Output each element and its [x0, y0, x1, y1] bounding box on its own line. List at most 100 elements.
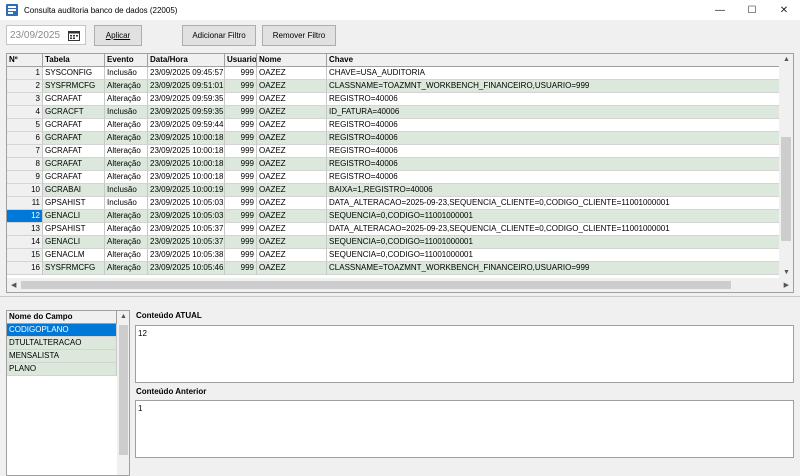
cell-name[interactable]: OAZEZ — [257, 93, 327, 106]
cell-row-number[interactable]: 12 — [7, 210, 43, 223]
cell-user[interactable]: 999 — [225, 171, 257, 184]
cell-datetime[interactable]: 23/09/2025 10:05:03 — [148, 210, 225, 223]
cell-table[interactable]: SYSFRMCFG — [43, 262, 105, 275]
cell-user[interactable]: 999 — [225, 262, 257, 275]
cell-user[interactable]: 999 — [225, 67, 257, 80]
cell-user[interactable]: 999 — [225, 236, 257, 249]
cell-key[interactable]: REGISTRO=40006 — [327, 158, 780, 171]
cell-name[interactable]: OAZEZ — [257, 67, 327, 80]
cell-key[interactable]: ID_FATURA=40006 — [327, 106, 780, 119]
cell-row-number[interactable]: 1 — [7, 67, 43, 80]
field-list-item[interactable]: CODIGOPLANO — [7, 324, 117, 337]
cell-name[interactable]: OAZEZ — [257, 223, 327, 236]
cell-table[interactable]: GENACLI — [43, 210, 105, 223]
cell-key[interactable]: SEQUENCIA=0,CODIGO=11001000001 — [327, 249, 780, 262]
cell-key[interactable]: BAIXA=1,REGISTRO=40006 — [327, 184, 780, 197]
cell-row-number[interactable]: 5 — [7, 119, 43, 132]
field-list-thumb[interactable] — [119, 325, 128, 455]
table-row[interactable]: 10 GCRABAI Inclusão 23/09/2025 10:00:19 999 O… — [7, 184, 780, 197]
cell-row-number[interactable]: 9 — [7, 171, 43, 184]
maximize-button[interactable]: ☐ — [736, 0, 768, 20]
minimize-button[interactable]: — — [704, 0, 736, 20]
cell-user[interactable]: 999 — [225, 93, 257, 106]
cell-table[interactable]: GCRAFAT — [43, 93, 105, 106]
field-list-item[interactable]: PLANO — [7, 363, 117, 376]
col-header-event[interactable]: Evento — [105, 54, 148, 67]
cell-user[interactable]: 999 — [225, 249, 257, 262]
cell-row-number[interactable]: 8 — [7, 158, 43, 171]
cell-row-number[interactable]: 4 — [7, 106, 43, 119]
cell-user[interactable]: 999 — [225, 80, 257, 93]
cell-table[interactable]: SYSFRMCFG — [43, 80, 105, 93]
cell-event[interactable]: Alteração — [105, 158, 148, 171]
field-list-item[interactable]: DTULTALTERACAO — [7, 337, 117, 350]
cell-event[interactable]: Inclusão — [105, 67, 148, 80]
field-list-scrollbar[interactable]: ▲ — [117, 311, 129, 475]
cell-event[interactable]: Alteração — [105, 132, 148, 145]
col-header-number[interactable]: Nº — [7, 54, 43, 67]
cell-datetime[interactable]: 23/09/2025 10:05:37 — [148, 223, 225, 236]
cell-event[interactable]: Alteração — [105, 236, 148, 249]
cell-key[interactable]: CHAVE=USA_AUDITORIA — [327, 67, 780, 80]
field-list-item[interactable]: MENSALISTA — [7, 350, 117, 363]
col-header-table[interactable]: Tabela — [43, 54, 105, 67]
cell-table[interactable]: GCRAFAT — [43, 145, 105, 158]
cell-row-number[interactable]: 15 — [7, 249, 43, 262]
cell-user[interactable]: 999 — [225, 106, 257, 119]
col-header-datetime[interactable]: Data/Hora — [148, 54, 225, 67]
cell-row-number[interactable]: 7 — [7, 145, 43, 158]
cell-datetime[interactable]: 23/09/2025 10:00:18 — [148, 171, 225, 184]
scroll-left-icon[interactable]: ◀ — [11, 281, 16, 289]
cell-datetime[interactable]: 23/09/2025 09:59:44 — [148, 119, 225, 132]
cell-table[interactable]: GCRAFAT — [43, 119, 105, 132]
table-row[interactable]: 9 GCRAFAT Alteração 23/09/2025 10:00:18 999 O… — [7, 171, 780, 184]
cell-datetime[interactable]: 23/09/2025 10:05:37 — [148, 236, 225, 249]
grid-horizontal-scrollbar[interactable]: ◀ ▶ — [7, 278, 793, 292]
table-row[interactable]: 2 SYSFRMCFG Alteração 23/09/2025 09:51:01 99… — [7, 80, 780, 93]
scroll-down-icon[interactable]: ▼ — [783, 269, 790, 276]
cell-name[interactable]: OAZEZ — [257, 262, 327, 275]
cell-key[interactable]: REGISTRO=40006 — [327, 132, 780, 145]
scroll-right-icon[interactable]: ▶ — [784, 281, 789, 289]
table-row[interactable]: 11 GPSAHIST Inclusão 23/09/2025 10:05:03 999… — [7, 197, 780, 210]
grid-horizontal-thumb[interactable] — [21, 281, 731, 289]
cell-datetime[interactable]: 23/09/2025 09:59:35 — [148, 106, 225, 119]
cell-name[interactable]: OAZEZ — [257, 145, 327, 158]
cell-table[interactable]: GENACLM — [43, 249, 105, 262]
col-header-name[interactable]: Nome — [257, 54, 327, 67]
cell-datetime[interactable]: 23/09/2025 10:05:38 — [148, 249, 225, 262]
cell-event[interactable]: Alteração — [105, 119, 148, 132]
cell-row-number[interactable]: 16 — [7, 262, 43, 275]
add-filter-button[interactable]: Adicionar Filtro — [182, 25, 256, 46]
cell-key[interactable]: CLASSNAME=TOAZMNT_WORKBENCH_FINANCEIRO,U… — [327, 262, 780, 275]
cell-key[interactable]: REGISTRO=40006 — [327, 145, 780, 158]
cell-table[interactable]: GCRAFAT — [43, 132, 105, 145]
close-button[interactable]: ✕ — [768, 0, 800, 20]
cell-event[interactable]: Alteração — [105, 210, 148, 223]
cell-event[interactable]: Alteração — [105, 80, 148, 93]
cell-name[interactable]: OAZEZ — [257, 197, 327, 210]
cell-key[interactable]: REGISTRO=40006 — [327, 119, 780, 132]
cell-table[interactable]: GCRACFT — [43, 106, 105, 119]
cell-row-number[interactable]: 14 — [7, 236, 43, 249]
table-row[interactable]: 5 GCRAFAT Alteração 23/09/2025 09:59:44 999 O… — [7, 119, 780, 132]
scroll-up-icon[interactable]: ▲ — [783, 56, 790, 63]
cell-row-number[interactable]: 10 — [7, 184, 43, 197]
cell-user[interactable]: 999 — [225, 145, 257, 158]
cell-datetime[interactable]: 23/09/2025 09:51:01 — [148, 80, 225, 93]
field-list[interactable]: Nome do Campo CODIGOPLANO DTULTALTERACAO M… — [6, 310, 130, 476]
cell-key[interactable]: DATA_ALTERACAO=2025-09-23,SEQUENCIA_CLIE… — [327, 223, 780, 236]
col-header-user[interactable]: Usuario — [225, 54, 257, 67]
cell-user[interactable]: 999 — [225, 119, 257, 132]
cell-user[interactable]: 999 — [225, 132, 257, 145]
cell-key[interactable]: REGISTRO=40006 — [327, 171, 780, 184]
table-row[interactable]: 13 GPSAHIST Alteração 23/09/2025 10:05:37 99… — [7, 223, 780, 236]
cell-table[interactable]: GCRAFAT — [43, 171, 105, 184]
table-row[interactable]: 14 GENACLI Alteração 23/09/2025 10:05:37 999… — [7, 236, 780, 249]
cell-name[interactable]: OAZEZ — [257, 119, 327, 132]
cell-name[interactable]: OAZEZ — [257, 184, 327, 197]
cell-event[interactable]: Alteração — [105, 145, 148, 158]
cell-key[interactable]: REGISTRO=40006 — [327, 93, 780, 106]
table-row[interactable]: 7 GCRAFAT Alteração 23/09/2025 10:00:18 999 O… — [7, 145, 780, 158]
cell-user[interactable]: 999 — [225, 184, 257, 197]
